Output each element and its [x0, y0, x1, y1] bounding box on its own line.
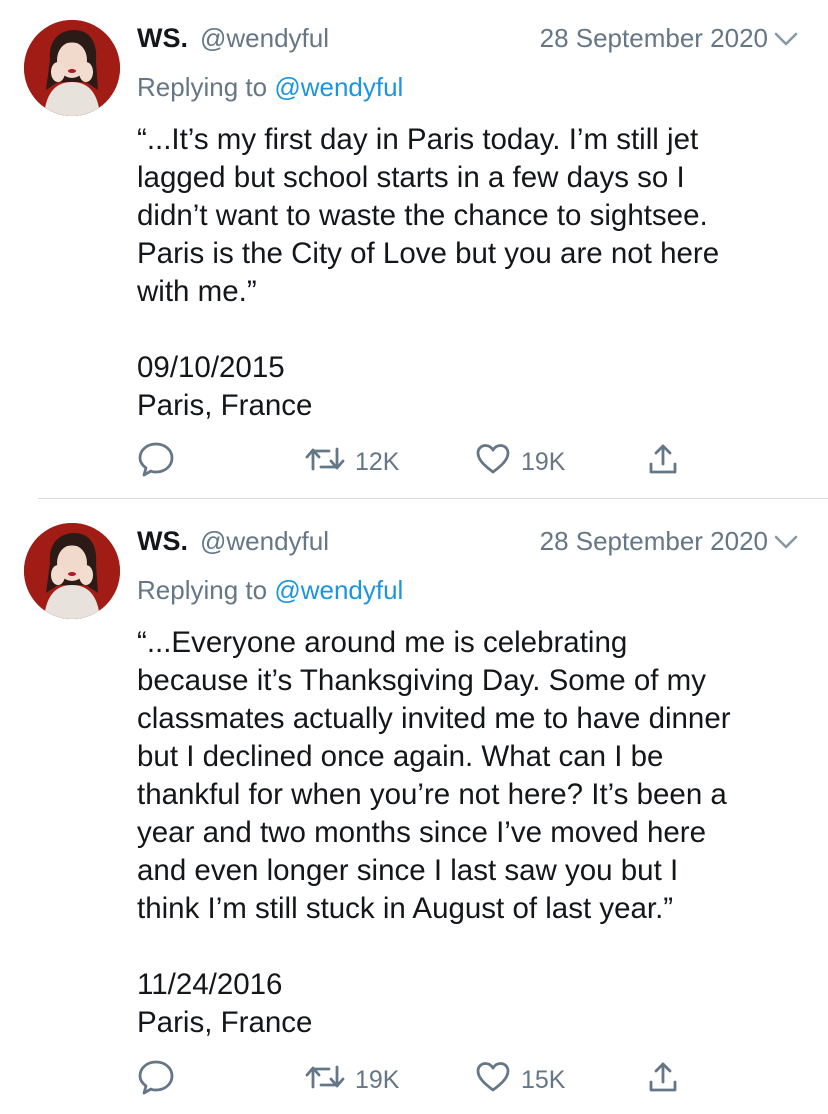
avatar-image	[24, 523, 120, 619]
reply-button[interactable]	[137, 1060, 175, 1100]
share-button[interactable]	[647, 442, 679, 482]
retweet-button[interactable]: 12K	[305, 442, 399, 482]
like-count: 15K	[521, 1065, 566, 1094]
avatar[interactable]	[24, 523, 120, 619]
heart-outline-icon	[475, 1061, 511, 1100]
display-name[interactable]: WS.	[137, 526, 188, 557]
speech-bubble-icon	[137, 440, 175, 485]
replying-to-label: Replying to	[137, 72, 268, 102]
retweet-arrows-icon	[305, 443, 345, 482]
user-handle[interactable]: @wendyful	[200, 526, 329, 557]
tweet-date-text: 28 September 2020	[539, 525, 768, 556]
chevron-down-icon[interactable]	[774, 526, 798, 557]
retweet-count: 19K	[355, 1065, 400, 1094]
tweet-2[interactable]: WS. @wendyful 28 September 2020 Replying…	[0, 500, 828, 1114]
avatar-image	[24, 20, 120, 116]
speech-bubble-icon	[137, 1058, 175, 1103]
display-name[interactable]: WS.	[137, 23, 188, 54]
tweet-text: “...Everyone around me is celebrating be…	[137, 626, 731, 1039]
tweet-date-text: 28 September 2020	[539, 22, 768, 53]
like-button[interactable]: 19K	[475, 442, 565, 482]
tweet-date: 28 September 2020	[540, 526, 798, 557]
retweet-button[interactable]: 19K	[305, 1060, 399, 1100]
reply-mention-link[interactable]: @wendyful	[274, 72, 403, 102]
share-button[interactable]	[647, 1060, 679, 1100]
tweet-divider	[38, 498, 828, 499]
tweet-date: 28 September 2020	[540, 23, 798, 54]
share-upload-icon	[647, 1060, 679, 1101]
reply-mention-link[interactable]: @wendyful	[274, 575, 403, 605]
tweet-actions: 12K 19K	[137, 442, 697, 482]
share-upload-icon	[647, 442, 679, 483]
replying-to: Replying to @wendyful	[137, 575, 403, 606]
replying-to: Replying to @wendyful	[137, 72, 403, 103]
retweet-count: 12K	[355, 447, 400, 476]
like-count: 19K	[521, 447, 566, 476]
chevron-down-icon[interactable]	[774, 23, 798, 54]
retweet-arrows-icon	[305, 1061, 345, 1100]
tweet-text: “...It’s my first day in Paris today. I’…	[137, 123, 720, 422]
heart-outline-icon	[475, 443, 511, 482]
reply-button[interactable]	[137, 442, 175, 482]
avatar[interactable]	[24, 20, 120, 116]
tweet-actions: 19K 15K	[137, 1060, 697, 1100]
tweet-1[interactable]: WS. @wendyful 28 September 2020 Replying…	[0, 0, 828, 498]
user-handle[interactable]: @wendyful	[200, 23, 329, 54]
replying-to-label: Replying to	[137, 575, 268, 605]
like-button[interactable]: 15K	[475, 1060, 565, 1100]
